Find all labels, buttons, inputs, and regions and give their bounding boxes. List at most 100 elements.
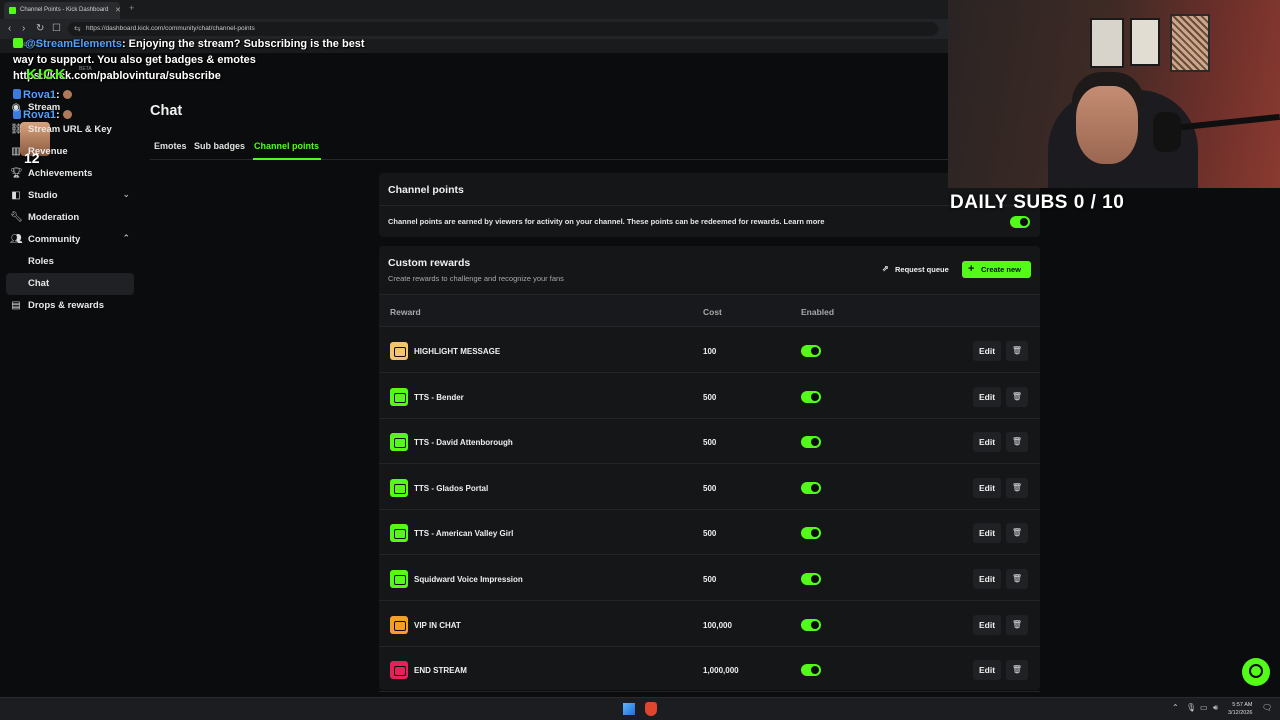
overlay-chat-user: @StreamElements	[25, 38, 122, 50]
reward-enabled-toggle[interactable]	[801, 481, 821, 494]
reward-enabled-toggle[interactable]	[801, 664, 821, 677]
reward-icon	[390, 661, 408, 680]
forward-icon[interactable]: ›	[22, 23, 25, 35]
chart-icon: ▥	[11, 146, 21, 157]
sidebar-item-achievements[interactable]: 🏆︎ Achievements	[6, 163, 134, 185]
delete-button[interactable]: 🗑︎	[1006, 523, 1028, 544]
delete-button[interactable]: 🗑︎	[1006, 386, 1028, 407]
reward-cost: 500	[703, 438, 717, 448]
headset-icon	[1249, 664, 1263, 678]
reward-name: TTS - Bender	[414, 392, 464, 402]
trash-icon: 🗑︎	[1011, 437, 1023, 447]
sidebar-item-label: Stream	[28, 102, 61, 113]
custom-rewards-title: Custom rewards	[388, 257, 471, 269]
table-row: HIGHLIGHT MESSAGE 100 Edit 🗑︎	[379, 328, 1040, 373]
subs-goal-overlay: DAILY SUBS 0 / 10	[950, 192, 1125, 213]
reload-icon[interactable]: ↻	[36, 23, 44, 35]
new-tab-icon[interactable]: +	[129, 3, 134, 13]
edit-button[interactable]: Edit	[973, 569, 1001, 589]
delete-button[interactable]: 🗑︎	[1006, 569, 1028, 589]
studio-icon: ◧	[11, 190, 21, 201]
help-button[interactable]	[1242, 658, 1270, 686]
edit-button[interactable]: Edit	[973, 523, 1001, 544]
trash-icon: 🗑︎	[1011, 346, 1023, 355]
reward-enabled-toggle[interactable]	[801, 345, 821, 357]
sidebar-item-moderation[interactable]: 🔧︎ Moderation	[6, 207, 134, 229]
bookmark-icon[interactable]: ☐	[52, 23, 61, 35]
brave-browser-icon[interactable]	[645, 702, 657, 716]
reward-enabled-toggle[interactable]	[801, 618, 821, 631]
url-field[interactable]: ⇆ https://dashboard.kick.com/community/c…	[68, 22, 938, 36]
sidebar-item-studio[interactable]: ◧ Studio ⌄	[6, 185, 134, 207]
request-queue-button[interactable]: ⇗ Request queue	[877, 261, 957, 278]
chevron-down-icon[interactable]: ⌄	[122, 189, 130, 200]
custom-rewards-subtitle: Create rewards to challenge and recogniz…	[388, 274, 564, 283]
delete-button[interactable]: 🗑︎	[1006, 341, 1028, 361]
delete-button[interactable]: 🗑︎	[1006, 432, 1028, 453]
notification-icon[interactable]: 🗨︎	[1262, 703, 1272, 712]
browser-tab[interactable]: Channel Points - Kick Dashboard ✕	[4, 2, 120, 19]
trash-icon: 🗑︎	[1011, 528, 1023, 538]
channel-points-toggle[interactable]	[1010, 216, 1030, 228]
edit-button[interactable]: Edit	[973, 432, 1001, 453]
sidebar-item-stream[interactable]: ◉ Stream	[6, 97, 134, 119]
wall-frame	[1090, 18, 1124, 68]
table-row: END STREAM 1,000,000 Edit 🗑︎	[379, 647, 1040, 693]
overlay-chat-line-1: @StreamElements: Enjoying the stream? Su…	[13, 38, 365, 50]
close-tab-icon[interactable]: ✕	[115, 6, 120, 14]
edit-button[interactable]: Edit	[973, 614, 1001, 635]
mic-icon[interactable]: 🎙︎	[1186, 703, 1196, 712]
reward-cost: 500	[703, 529, 717, 539]
wall-frame	[1170, 14, 1210, 72]
sidebar-item-revenue[interactable]: ▥ Revenue	[6, 141, 134, 163]
tab-emotes[interactable]: Emotes	[154, 141, 187, 151]
create-new-button[interactable]: + Create new	[962, 261, 1031, 278]
reward-enabled-toggle[interactable]	[801, 436, 821, 449]
reward-name: TTS - American Valley Girl	[414, 529, 514, 539]
sidebar-item-label: Revenue	[28, 146, 68, 157]
tab-channel-points[interactable]: Channel points	[254, 141, 319, 151]
back-icon[interactable]: ‹	[8, 23, 11, 35]
channel-points-description: Channel points are earned by viewers for…	[388, 217, 825, 226]
reward-name: HIGHLIGHT MESSAGE	[414, 347, 501, 356]
wall-frame	[1130, 18, 1160, 66]
delete-button[interactable]: 🗑︎	[1006, 477, 1028, 498]
table-row: TTS - Bender 500 Edit 🗑︎	[379, 374, 1040, 419]
edit-button[interactable]: Edit	[973, 660, 1001, 681]
delete-button[interactable]: 🗑︎	[1006, 614, 1028, 635]
overlay-chat-line-2: way to support. You also get badges & em…	[13, 54, 256, 66]
reward-icon	[390, 570, 408, 588]
sidebar-item-stream-url[interactable]: ⛓ Stream URL & Key	[6, 119, 134, 141]
broadcast-icon: ◉	[11, 102, 21, 113]
sidebar-item-drops[interactable]: ▤ Drops & rewards	[6, 295, 134, 317]
reward-enabled-toggle[interactable]	[801, 390, 821, 403]
volume-icon[interactable]: 🔊︎	[1213, 703, 1218, 713]
system-clock[interactable]: 5:57 AM 3/12/2026	[1228, 701, 1252, 717]
delete-button[interactable]: 🗑︎	[1006, 660, 1028, 681]
microphone	[1153, 112, 1181, 152]
network-icon[interactable]: ▭	[1200, 703, 1208, 712]
url-text: https://dashboard.kick.com/community/cha…	[86, 25, 255, 32]
sidebar-item-roles[interactable]: Roles	[6, 251, 134, 273]
sidebar-item-label: Drops & rewards	[28, 300, 105, 311]
rewards-table-header: Reward Cost Enabled	[379, 294, 1040, 327]
reward-icon	[390, 524, 408, 543]
trash-icon: 🗑︎	[1011, 665, 1023, 675]
tab-sub-badges[interactable]: Sub badges	[194, 141, 245, 151]
chevron-up-icon[interactable]: ⌃	[122, 233, 130, 244]
windows-start-icon[interactable]	[623, 703, 635, 715]
reward-name: TTS - Glados Portal	[414, 483, 489, 493]
reward-icon	[390, 478, 408, 497]
chevron-up-icon[interactable]: ⌃	[1172, 703, 1179, 712]
reward-icon	[390, 342, 408, 360]
sidebar-item-chat[interactable]: Chat	[6, 273, 134, 295]
trash-icon: 🗑︎	[1011, 391, 1023, 401]
site-info-icon[interactable]: ⇆	[74, 24, 81, 33]
sidebar-item-community[interactable]: 👥︎ Community ⌃	[6, 229, 134, 251]
chat-tabs: Emotes Sub badges Channel points	[150, 138, 948, 160]
edit-button[interactable]: Edit	[973, 386, 1001, 407]
reward-enabled-toggle[interactable]	[801, 573, 821, 585]
edit-button[interactable]: Edit	[973, 477, 1001, 498]
edit-button[interactable]: Edit	[973, 341, 1001, 361]
reward-enabled-toggle[interactable]	[801, 527, 821, 540]
